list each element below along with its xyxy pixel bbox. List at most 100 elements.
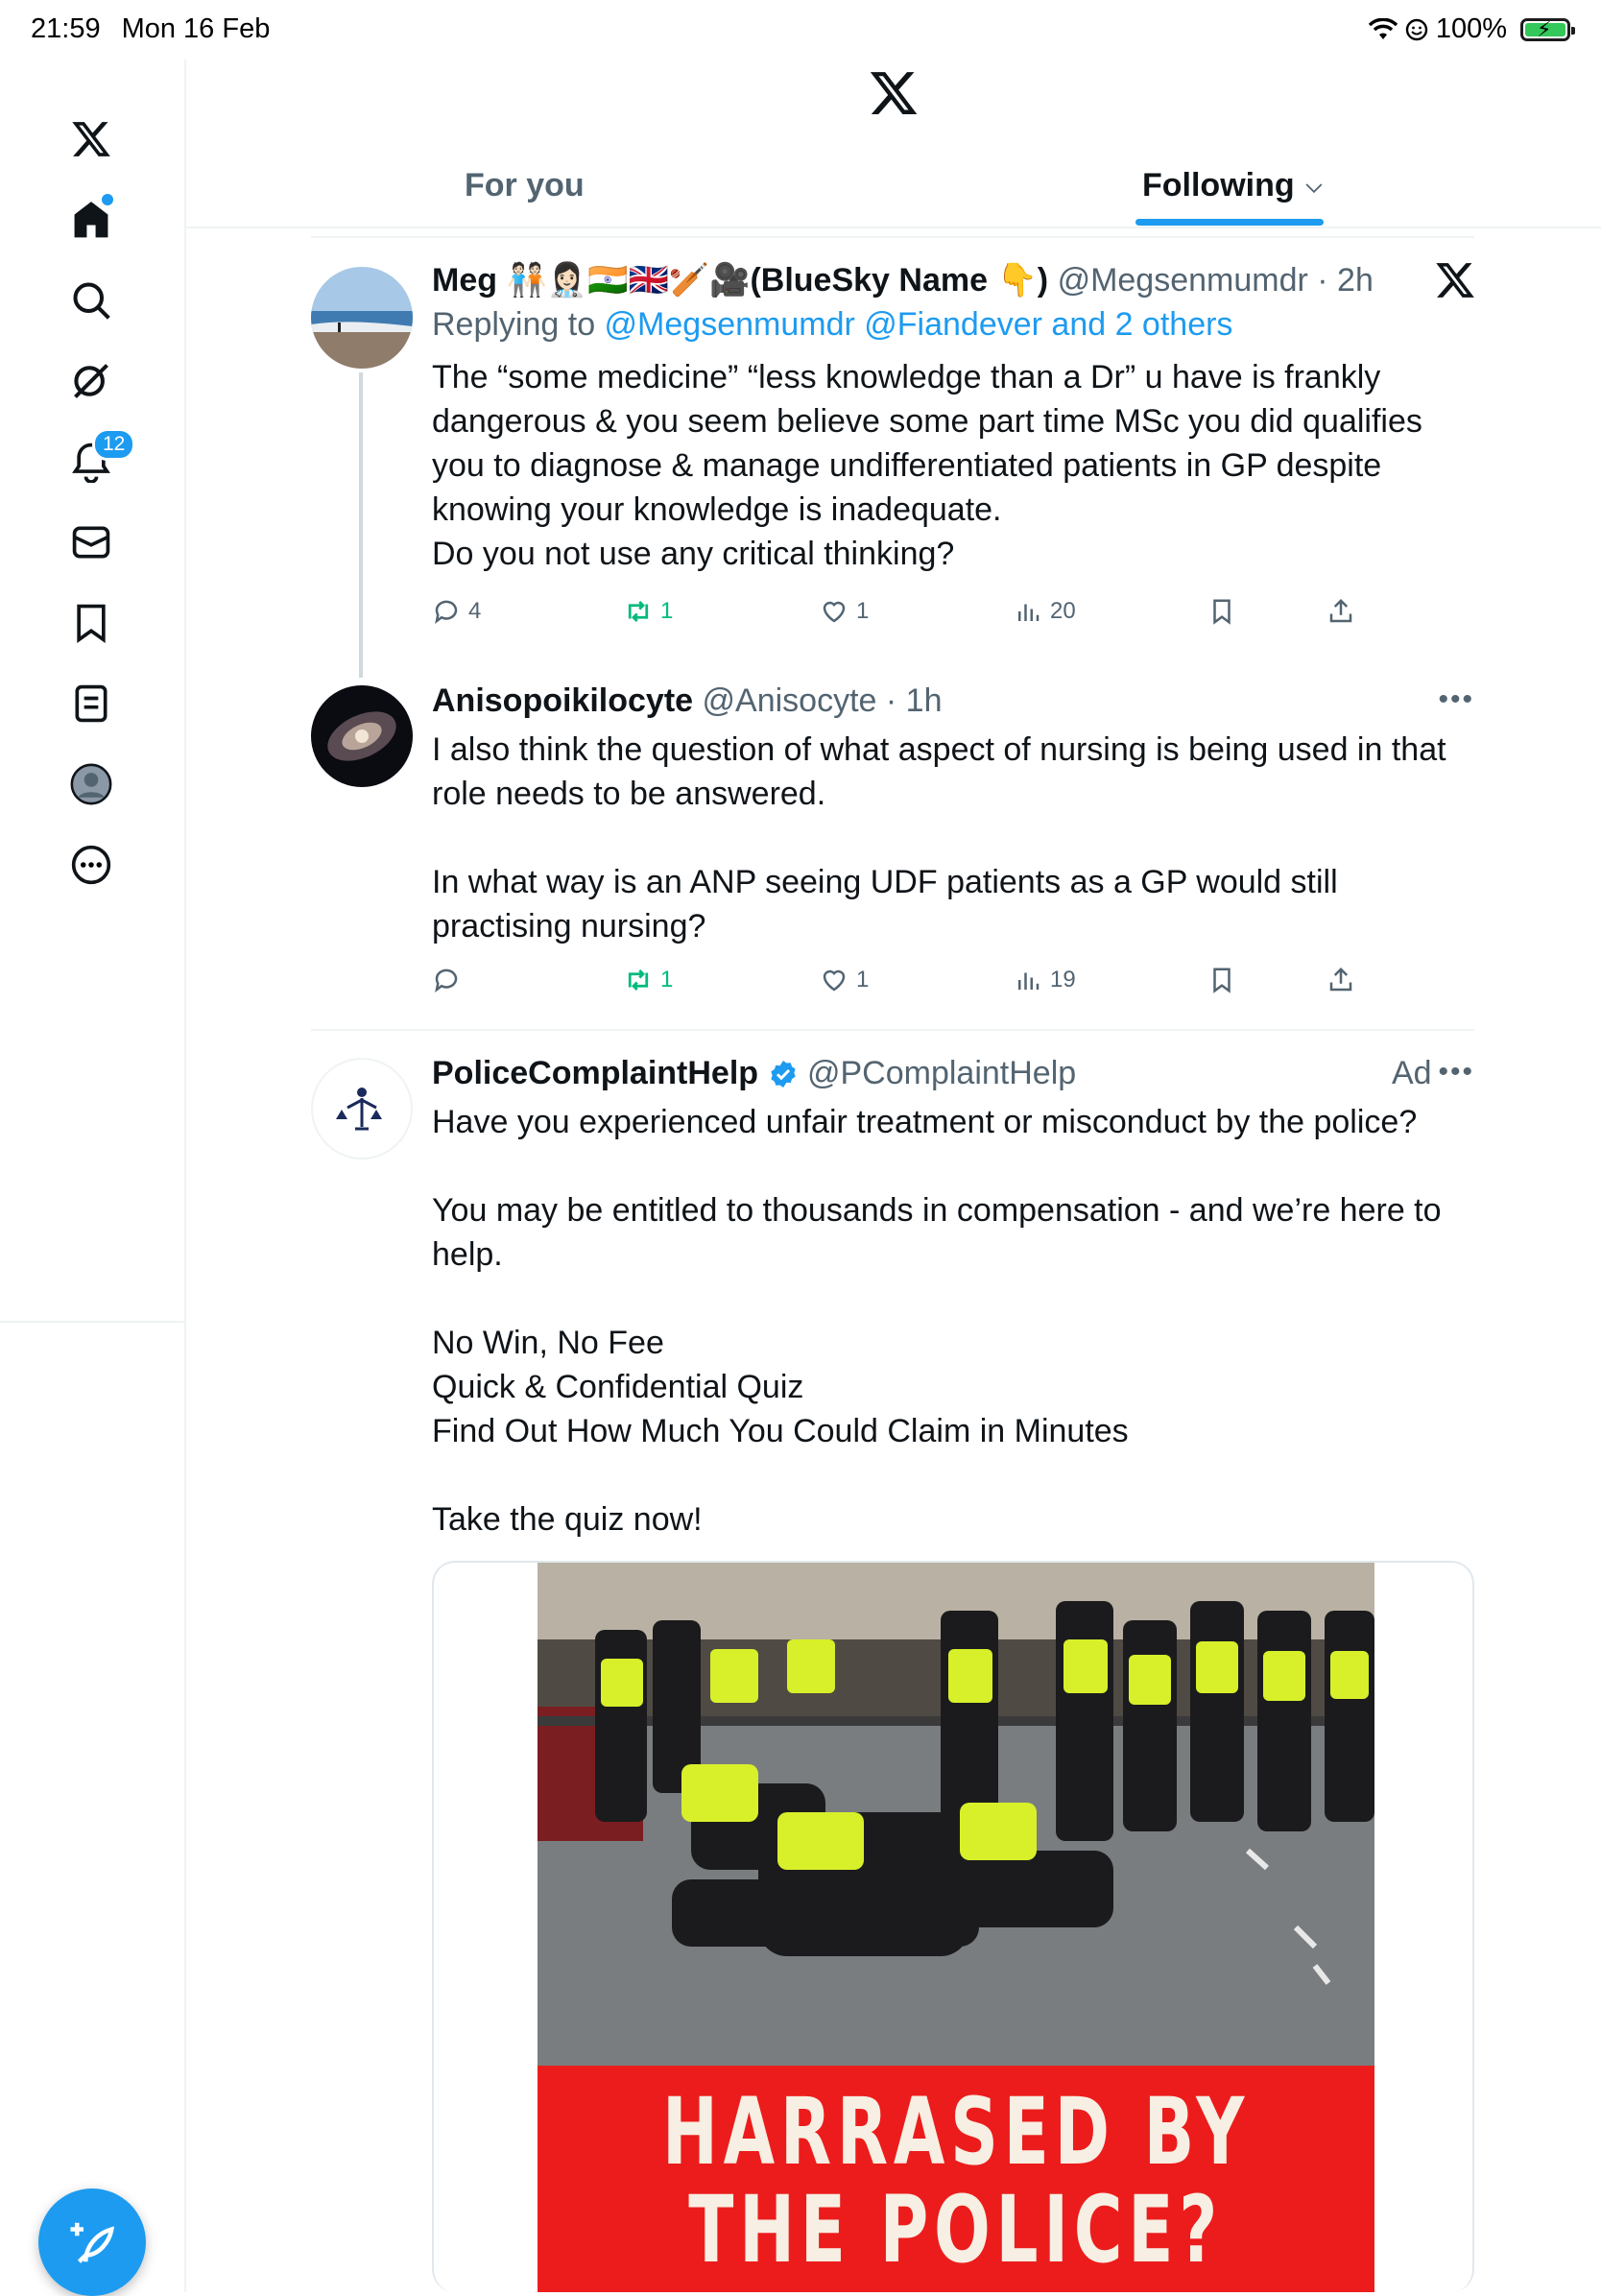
status-indicators: 100% ⚡ (1368, 13, 1575, 45)
tweet[interactable]: Anisopoikilocyte @Anisocyte · 1h I also … (432, 680, 1474, 948)
like-count: 1 (856, 967, 870, 993)
messages-icon (72, 526, 110, 559)
replying-to: Replying to @Megsenmumdr @Fiandever and … (432, 301, 1474, 347)
like-count: 1 (856, 598, 870, 624)
left-nav-rail: 12 (0, 60, 186, 2296)
x-logo-icon[interactable] (60, 108, 123, 171)
more-circle-icon (71, 845, 111, 885)
avatar[interactable] (311, 685, 413, 787)
grok-nav-button[interactable] (60, 349, 123, 413)
home-nav-button[interactable] (60, 188, 123, 251)
avatar[interactable] (311, 1058, 413, 1160)
views-count: 20 (1050, 598, 1076, 624)
author-handle[interactable]: @PComplaintHelp (807, 1055, 1076, 1091)
profile-nav-button[interactable] (60, 753, 123, 816)
retweet-count: 1 (660, 967, 674, 993)
focus-smiley-icon (1405, 18, 1428, 40)
replying-to-link[interactable]: @Megsenmumdr @Fiandever and 2 others (605, 306, 1233, 343)
heart-icon (823, 601, 846, 623)
views-button[interactable]: 20 (1014, 597, 1076, 626)
views-chart-icon (1018, 972, 1039, 990)
ad-media-card[interactable]: HARRASED BY THE POLICE? (432, 1561, 1474, 2292)
lists-icon (75, 684, 108, 723)
battery-icon: ⚡ (1520, 17, 1575, 41)
like-button[interactable]: 1 (820, 597, 869, 626)
author-handle[interactable]: @Anisocyte (703, 682, 877, 719)
more-nav-button[interactable] (60, 833, 123, 897)
like-button[interactable]: 1 (820, 966, 869, 994)
tweet[interactable]: Meg 🧑🏻‍🤝‍🧑🏻👩🏻‍⚕️🇮🇳🇬🇧🏏🎥(BlueSky Name 👇) @… (432, 259, 1474, 576)
author-handle[interactable]: @Megsenmumdr (1058, 262, 1308, 299)
author-name[interactable]: Meg 🧑🏻‍🤝‍🧑🏻👩🏻‍⚕️🇮🇳🇬🇧🏏🎥(BlueSky Name 👇) (432, 262, 1048, 299)
status-time: 21:59 (31, 13, 101, 44)
tweet-time[interactable]: · 1h (886, 682, 943, 719)
reply-button[interactable]: 4 (432, 597, 481, 626)
views-count: 19 (1050, 967, 1076, 993)
rail-divider (0, 1321, 184, 1323)
ad-banner-line-2: THE POLICE? (688, 2176, 1224, 2284)
retweet-count: 1 (660, 598, 674, 624)
heart-icon (823, 969, 846, 992)
tweet-text: I also think the question of what aspect… (432, 731, 1446, 945)
compose-post-button[interactable] (38, 2188, 146, 2296)
profile-avatar-icon (70, 763, 112, 805)
views-button[interactable]: 19 (1014, 966, 1076, 994)
retweet-button[interactable]: 1 (624, 597, 673, 626)
reply-icon (435, 969, 458, 993)
retweet-button[interactable]: 1 (624, 966, 673, 994)
home-unread-dot (102, 194, 113, 205)
search-icon (73, 282, 110, 320)
tab-for-you[interactable]: For you (465, 144, 585, 227)
battery-percent: 100% (1435, 13, 1507, 44)
status-date: Mon 16 Feb (121, 13, 271, 44)
bookmark-icon (1213, 599, 1231, 625)
bookmark-icon (1213, 968, 1231, 993)
bookmarks-nav-button[interactable] (60, 591, 123, 655)
views-chart-icon (1018, 604, 1039, 621)
reply-icon (435, 600, 458, 624)
bookmark-button[interactable] (1207, 966, 1236, 994)
author-name[interactable]: PoliceComplaintHelp (432, 1055, 758, 1091)
lists-nav-button[interactable] (60, 672, 123, 735)
tab-following[interactable]: Following ⌵ (1142, 144, 1322, 227)
notifications-nav-button[interactable]: 12 (60, 428, 136, 493)
ad-banner: HARRASED BY THE POLICE? (538, 2066, 1374, 2292)
tweet-header: Meg 🧑🏻‍🤝‍🧑🏻👩🏻‍⚕️🇮🇳🇬🇧🏏🎥(BlueSky Name 👇) @… (432, 259, 1474, 301)
compose-feather-icon (70, 2222, 115, 2263)
tweet-header: PoliceComplaintHelp @PComplaintHelp Ad (432, 1052, 1474, 1094)
ad-banner-line-1: HARRASED BY (661, 2078, 1251, 2186)
messages-nav-button[interactable] (60, 511, 123, 574)
active-tab-indicator (1135, 219, 1324, 226)
feed-divider (311, 236, 1474, 238)
share-button[interactable] (1326, 597, 1355, 626)
tweet-actions: 1 1 19 (432, 966, 1353, 1008)
chevron-down-icon[interactable]: ⌵ (1306, 173, 1323, 198)
tweet-ad[interactable]: PoliceComplaintHelp @PComplaintHelp Ad H… (432, 1052, 1474, 1542)
replying-to-prefix: Replying to (432, 306, 605, 343)
tweet-time[interactable]: · 2h (1317, 262, 1374, 299)
status-time-date: 21:59 Mon 16 Feb (31, 13, 270, 45)
tweet-text: Have you experienced unfair treatment or… (432, 1104, 1442, 1538)
share-icon (1329, 598, 1352, 623)
tab-following-label: Following (1142, 166, 1295, 203)
x-logo-icon[interactable] (868, 67, 920, 119)
timeline-tabs: For you Following ⌵ (186, 144, 1601, 228)
tweet-header: Anisopoikilocyte @Anisocyte · 1h (432, 680, 1474, 722)
avatar[interactable] (311, 267, 413, 369)
status-bar: 21:59 Mon 16 Feb 100% ⚡ (0, 0, 1601, 60)
ad-label: Ad (1392, 1055, 1432, 1091)
reply-button[interactable] (432, 966, 468, 994)
more-options-icon[interactable]: ••• (1438, 1056, 1474, 1088)
notifications-badge: 12 (92, 428, 136, 461)
retweet-icon (628, 969, 649, 991)
reply-count: 4 (468, 598, 482, 624)
search-nav-button[interactable] (60, 269, 123, 332)
share-icon (1329, 967, 1352, 992)
tweet-actions: 4 1 1 20 (432, 597, 1353, 639)
share-button[interactable] (1326, 966, 1355, 994)
author-name[interactable]: Anisopoikilocyte (432, 682, 693, 719)
bookmark-button[interactable] (1207, 597, 1236, 626)
ad-photo (538, 1563, 1374, 2066)
thread-connector (359, 372, 363, 678)
tweet-divider (311, 1029, 1474, 1031)
